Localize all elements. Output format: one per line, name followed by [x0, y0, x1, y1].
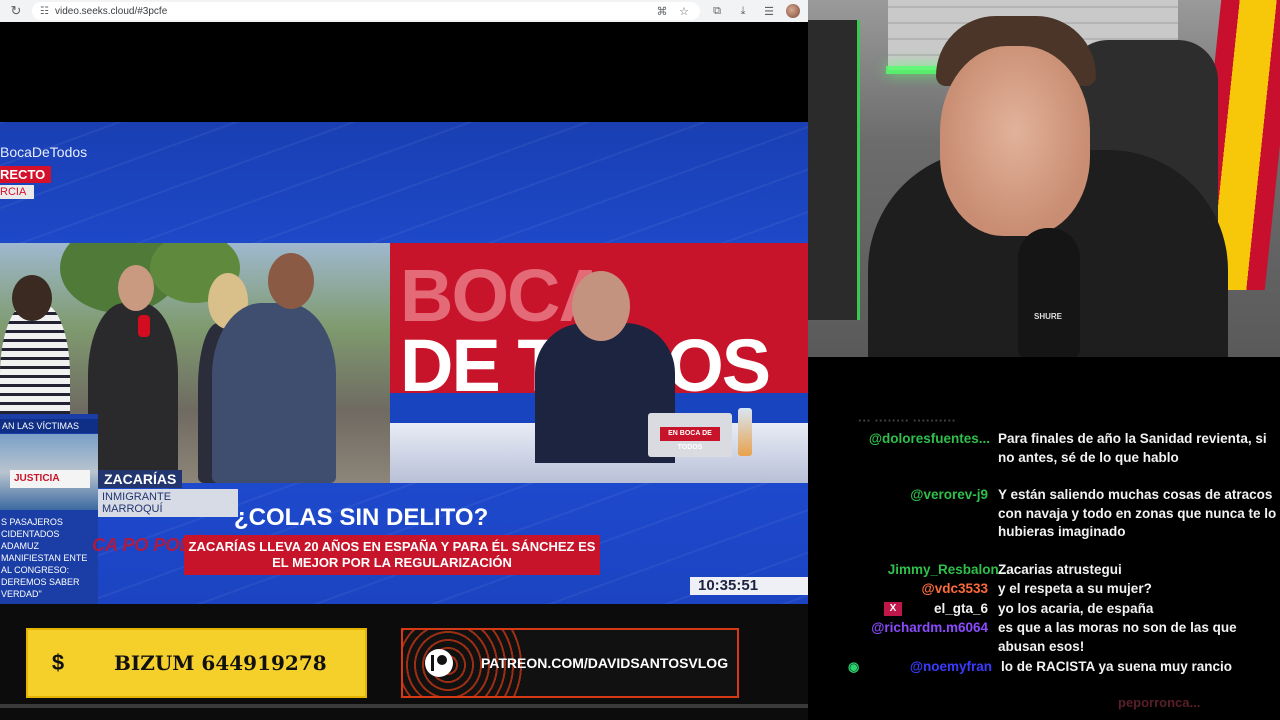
man-head: [118, 265, 154, 311]
extensions-icon[interactable]: ⧉: [708, 5, 726, 18]
reload-icon[interactable]: ↻: [8, 3, 24, 19]
chat-text: Y están saliendo muchas cosas de atracos…: [998, 487, 1277, 539]
chat-username[interactable]: @richardm.m6064: [871, 619, 988, 638]
guest-name: ZACARÍAS: [98, 470, 183, 488]
side-news-label: AN LAS VÍCTIMAS: [0, 419, 98, 433]
water-bottle: [738, 408, 752, 456]
studio-camera: BOCA DE TODOS EN BOCA DE TODOS: [390, 243, 808, 483]
url-text[interactable]: video.seeks.cloud/#3pcfe: [55, 6, 648, 17]
chat-username[interactable]: @verorev-j9: [910, 486, 988, 505]
live-chat: ··· ········ ·········· @doloresfuentes.…: [808, 357, 1280, 720]
anchor-head: [572, 271, 630, 341]
patreon-banner[interactable]: PATREON.COM/DAVIDSANTOSVLOG: [401, 628, 739, 698]
site-info-icon[interactable]: ☷: [40, 6, 49, 17]
subscriber-badge-icon: X: [884, 602, 902, 616]
chat-text: y el respeta a su mujer?: [998, 581, 1152, 596]
location-badge: RCIA: [0, 185, 35, 199]
headline: ¿COLAS SIN DELITO?: [234, 504, 489, 531]
bald-head: [268, 253, 314, 309]
download-icon[interactable]: ⤓: [734, 5, 752, 18]
webcam-feed: SHURE: [808, 0, 1280, 357]
tv-broadcast: BocaDeTodos RECTO RCIA BOCA DE EN BOCA D…: [0, 122, 808, 604]
chat-cut-off-line: ··· ········ ··········: [858, 413, 957, 428]
chat-username[interactable]: @noemyfran: [910, 658, 992, 677]
man-blue-shirt: [212, 303, 336, 483]
donation-banners: $ BIZUM 644919278 PATREON.COM/DAVIDSANTO…: [0, 604, 808, 720]
chat-username[interactable]: Jimmy_Resbalon...: [888, 561, 1010, 580]
browser-toolbar: ↻ ☷ video.seeks.cloud/#3pcfe ⌘ ☆ ⧉ ⤓ ☰: [0, 0, 808, 22]
studio-microphone: [1018, 228, 1080, 357]
translate-icon[interactable]: ⌘: [654, 5, 670, 18]
chat-username[interactable]: el_gta_6: [934, 600, 988, 619]
video-progress-track[interactable]: [0, 704, 808, 708]
side-news-text: S PASAJEROS CIDENTADOS ADAMUZ MANIFIESTA…: [1, 517, 88, 599]
bookmark-star-icon[interactable]: ☆: [676, 5, 692, 18]
shelf: [808, 20, 860, 320]
side-news-banner: JUSTICIA: [10, 470, 90, 488]
subheadline: ZACARÍAS LLEVA 20 AÑOS EN ESPAÑA Y PARA …: [184, 535, 600, 575]
broadcast-clock: 10:35:51: [690, 577, 808, 595]
chat-footer-username: peporronca...: [1118, 695, 1201, 710]
man-jacket: [88, 303, 178, 483]
woman-head: [12, 275, 52, 321]
chat-text: es que a las moras no son de las que abu…: [998, 620, 1237, 654]
patreon-label: PATREON.COM/DAVIDSANTOSVLOG: [481, 655, 729, 671]
laptop-logo: EN BOCA DE TODOS: [660, 427, 720, 451]
profile-avatar[interactable]: [786, 4, 800, 18]
chat-text: lo de RACISTA ya suena muy rancio: [1001, 659, 1233, 674]
eye-badge-icon: ◉: [848, 659, 860, 674]
live-badge: RECTO: [0, 166, 52, 183]
chat-username[interactable]: @vdc3533: [922, 580, 988, 599]
bizum-label: BIZUM 644919278: [114, 651, 327, 675]
microphone-brand: SHURE: [1034, 312, 1063, 321]
bizum-banner[interactable]: $ BIZUM 644919278: [26, 628, 367, 698]
screen: ↻ ☷ video.seeks.cloud/#3pcfe ⌘ ☆ ⧉ ⤓ ☰ B…: [0, 0, 1280, 720]
microphone-icon: [138, 315, 150, 337]
reading-list-icon[interactable]: ☰: [760, 5, 778, 18]
guest-role: INMIGRANTE MARROQUÍ: [98, 489, 238, 517]
hashtag-label: BocaDeTodos: [0, 144, 88, 160]
chat-text: Para finales de año la Sanidad revienta,…: [998, 431, 1267, 465]
streamer-face: [940, 46, 1090, 236]
patreon-icon: [425, 649, 453, 677]
chat-text: yo los acaria, de españa: [998, 601, 1154, 616]
dollar-icon: $: [51, 650, 65, 675]
chat-username[interactable]: @doloresfuentes...: [869, 430, 990, 449]
address-bar[interactable]: ☷ video.seeks.cloud/#3pcfe ⌘ ☆: [32, 2, 700, 20]
chat-text: Zacarias atrustegui: [998, 562, 1122, 577]
video-player[interactable]: BocaDeTodos RECTO RCIA BOCA DE EN BOCA D…: [0, 22, 808, 604]
